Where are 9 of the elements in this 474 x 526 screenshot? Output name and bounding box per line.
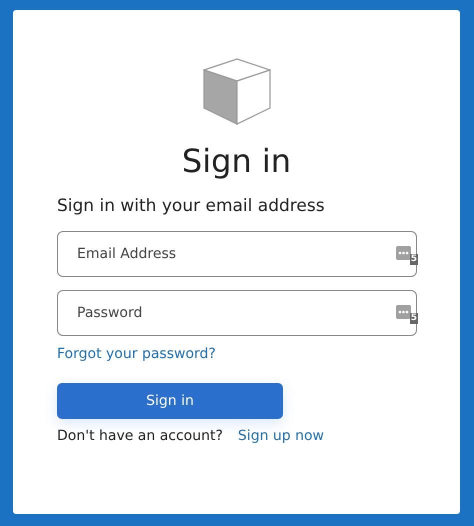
subtitle: Sign in with your email address bbox=[57, 195, 326, 218]
cube-icon bbox=[202, 58, 270, 125]
page-title: Sign in bbox=[182, 141, 292, 181]
sign-up-link[interactable]: Sign up now bbox=[238, 426, 324, 446]
password-manager-icon[interactable] bbox=[396, 246, 411, 260]
sign-in-button[interactable]: Sign in bbox=[57, 383, 283, 419]
forgot-password-link[interactable]: Forgot your password? bbox=[57, 344, 216, 364]
account-prompt: Don't have an account? bbox=[57, 427, 223, 446]
password-manager-icon[interactable] bbox=[396, 305, 411, 319]
